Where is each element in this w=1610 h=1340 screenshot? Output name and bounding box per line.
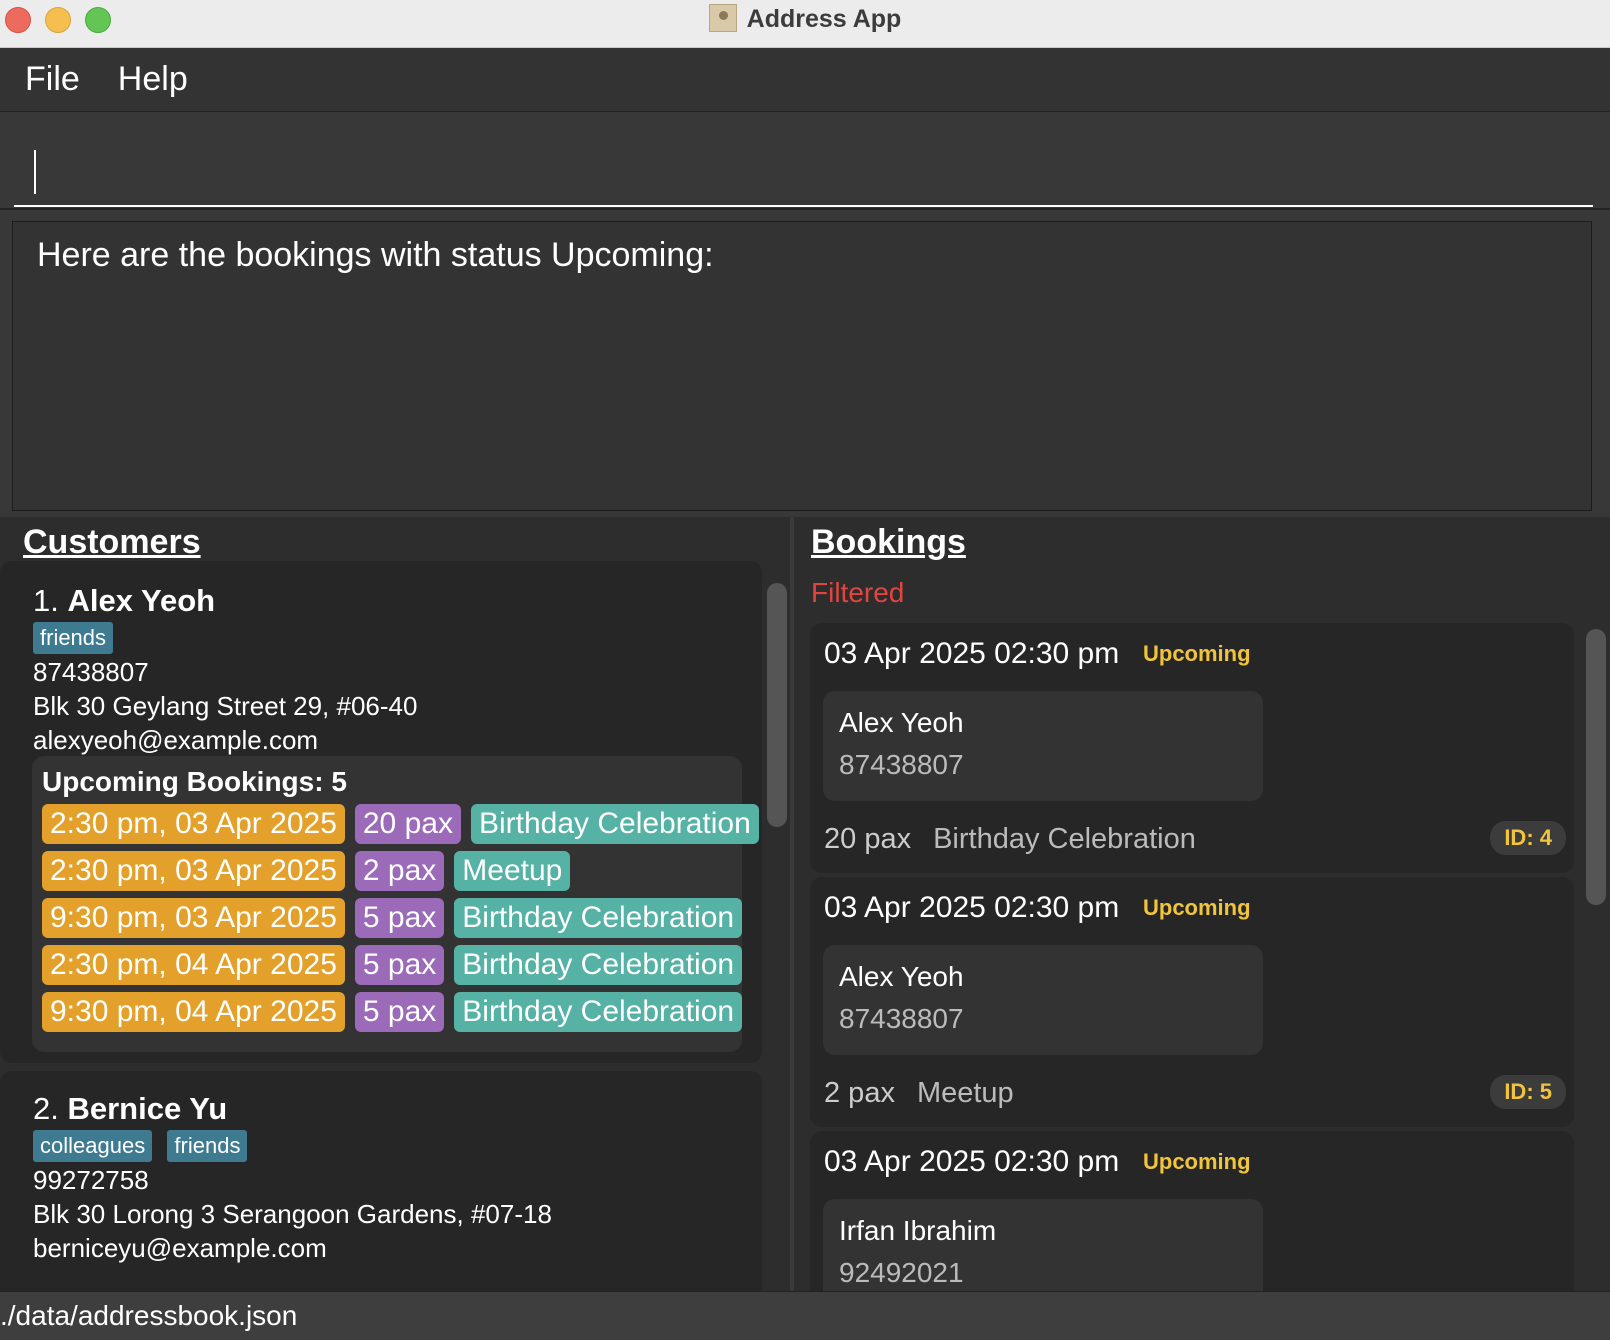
booking-pax: 20 pax [824,823,912,855]
customer-email: alexyeoh@example.com [33,725,319,755]
booking-occasion: Meetup [916,1077,1014,1109]
filtered-label: Filtered [811,577,905,608]
booking-card[interactable]: 03 Apr 2025 02:30 pm Upcoming Alex Yeoh … [810,877,1574,1127]
booking-details: 20 pax Birthday Celebration [824,823,1196,856]
booking-occasion-chip: Birthday Celebration [454,898,743,938]
customer-phone: 87438807 [33,657,149,687]
booking-customer-phone: 87438807 [839,1003,964,1034]
booking-pax: 2 pax [824,1077,895,1109]
booking-card[interactable]: 03 Apr 2025 02:30 pm Upcoming Alex Yeoh … [810,623,1574,873]
booking-customer-phone: 92492021 [839,1257,964,1288]
booking-datetime: 03 Apr 2025 02:30 pm [824,891,1120,924]
booking-customer-phone: 87438807 [839,749,964,780]
upcoming-booking-row: 9:30 pm, 04 Apr 2025 5 pax Birthday Cele… [42,992,743,1032]
booking-date-chip: 9:30 pm, 03 Apr 2025 [42,898,345,938]
booking-status: Upcoming [1143,895,1251,920]
menu-bar: File Help [0,48,1610,112]
window-title: Address App [0,4,1610,34]
menu-file[interactable]: File [25,60,80,99]
customer-address: Blk 30 Lorong 3 Serangoon Gardens, #07-1… [33,1199,552,1229]
customer-name: 2. Bernice Yu [33,1091,227,1127]
text-caret [34,150,36,194]
customer-name-text: Alex Yeoh [67,583,216,618]
booking-customer-name: Alex Yeoh [839,961,964,992]
customer-email: berniceyu@example.com [33,1233,327,1263]
upcoming-bookings-box: Upcoming Bookings: 5 2:30 pm, 03 Apr 202… [32,756,759,1052]
booking-customer-name: Irfan Ibrahim [839,1215,997,1246]
customer-name: 1. Alex Yeoh [33,583,215,619]
tag-friends: friends [33,622,114,654]
booking-datetime: 03 Apr 2025 02:30 pm [824,1145,1120,1178]
booking-date-chip: 2:30 pm, 03 Apr 2025 [42,851,345,891]
data-file-path: ./data/addressbook.json [0,1300,298,1331]
booking-details: 2 pax Meetup [824,1077,1014,1110]
booking-id-badge: ID: 4 [1490,821,1566,855]
booking-date-chip: 2:30 pm, 04 Apr 2025 [42,945,345,985]
booking-status: Upcoming [1143,1149,1251,1174]
command-input[interactable] [14,134,1593,207]
customer-card[interactable]: 2. Bernice Yu colleagues friends 9927275… [0,1071,762,1301]
upcoming-bookings-label: Upcoming Bookings: [42,766,324,797]
status-bar: ./data/addressbook.json [0,1291,1610,1340]
booking-list-panel: Bookings Filtered 03 Apr 2025 02:30 pm U… [794,517,1610,1291]
customer-tags: colleagues friends [33,1129,255,1162]
upcoming-booking-row: 9:30 pm, 03 Apr 2025 5 pax Birthday Cele… [42,898,743,938]
result-display-container: Here are the bookings with status Upcomi… [0,210,1610,521]
command-box [0,112,1610,210]
customer-list-scrollbar[interactable] [767,583,787,827]
customer-phone: 99272758 [33,1165,149,1195]
booking-occasion-chip: Birthday Celebration [454,992,743,1032]
booking-customer-box: Alex Yeoh 87438807 [823,691,1263,801]
booking-occasion: Birthday Celebration [933,823,1196,855]
booking-card[interactable]: 03 Apr 2025 02:30 pm Upcoming Irfan Ibra… [810,1131,1574,1291]
booking-customer-name: Alex Yeoh [839,707,964,738]
customer-name-text: Bernice Yu [67,1091,228,1126]
customer-card[interactable]: 1. Alex Yeoh friends 87438807 Blk 30 Gey… [0,561,762,1063]
bookings-heading: Bookings [811,523,966,561]
booking-occasion-chip: Birthday Celebration [454,945,743,985]
upcoming-bookings-title: Upcoming Bookings: 5 [42,766,732,798]
booking-id-badge: ID: 5 [1490,1075,1566,1109]
customers-heading: Customers [23,523,201,561]
booking-status: Upcoming [1143,641,1251,666]
menu-help[interactable]: Help [118,60,188,99]
customer-list-panel: Customers 1. Alex Yeoh friends 87438807 … [0,517,790,1301]
booking-datetime: 03 Apr 2025 02:30 pm [824,637,1120,670]
booking-occasion-chip: Birthday Celebration [470,804,759,844]
upcoming-booking-row: 2:30 pm, 03 Apr 2025 2 pax Meetup [42,851,732,891]
booking-pax-chip: 2 pax [354,851,445,891]
customer-index: 2. [33,1091,59,1126]
booking-pax-chip: 5 pax [354,992,445,1032]
upcoming-bookings-count: 5 [331,766,347,797]
booking-customer-box: Irfan Ibrahim 92492021 [823,1199,1263,1291]
booking-pax-chip: 5 pax [354,945,445,985]
tag-colleagues: colleagues [33,1130,153,1162]
customer-address: Blk 30 Geylang Street 29, #06-40 [33,691,418,721]
address-book-icon [708,4,737,32]
booking-occasion-chip: Meetup [454,851,571,891]
customer-tags: friends [33,621,121,654]
booking-date-chip: 2:30 pm, 03 Apr 2025 [42,804,345,844]
title-bar: Address App [0,0,1610,48]
result-display[interactable]: Here are the bookings with status Upcomi… [12,221,1592,511]
tag-friends: friends [167,1130,248,1162]
customer-index: 1. [33,583,59,618]
booking-date-chip: 9:30 pm, 04 Apr 2025 [42,992,345,1032]
booking-pax-chip: 5 pax [354,898,445,938]
booking-customer-box: Alex Yeoh 87438807 [823,945,1263,1055]
booking-pax-chip: 20 pax [354,804,461,844]
window-title-text: Address App [746,5,902,33]
list-panels: Customers 1. Alex Yeoh friends 87438807 … [0,517,1610,1301]
upcoming-booking-row: 2:30 pm, 04 Apr 2025 5 pax Birthday Cele… [42,945,743,985]
booking-list-scrollbar[interactable] [1586,629,1606,905]
upcoming-booking-row: 2:30 pm, 03 Apr 2025 20 pax Birthday Cel… [42,804,759,844]
